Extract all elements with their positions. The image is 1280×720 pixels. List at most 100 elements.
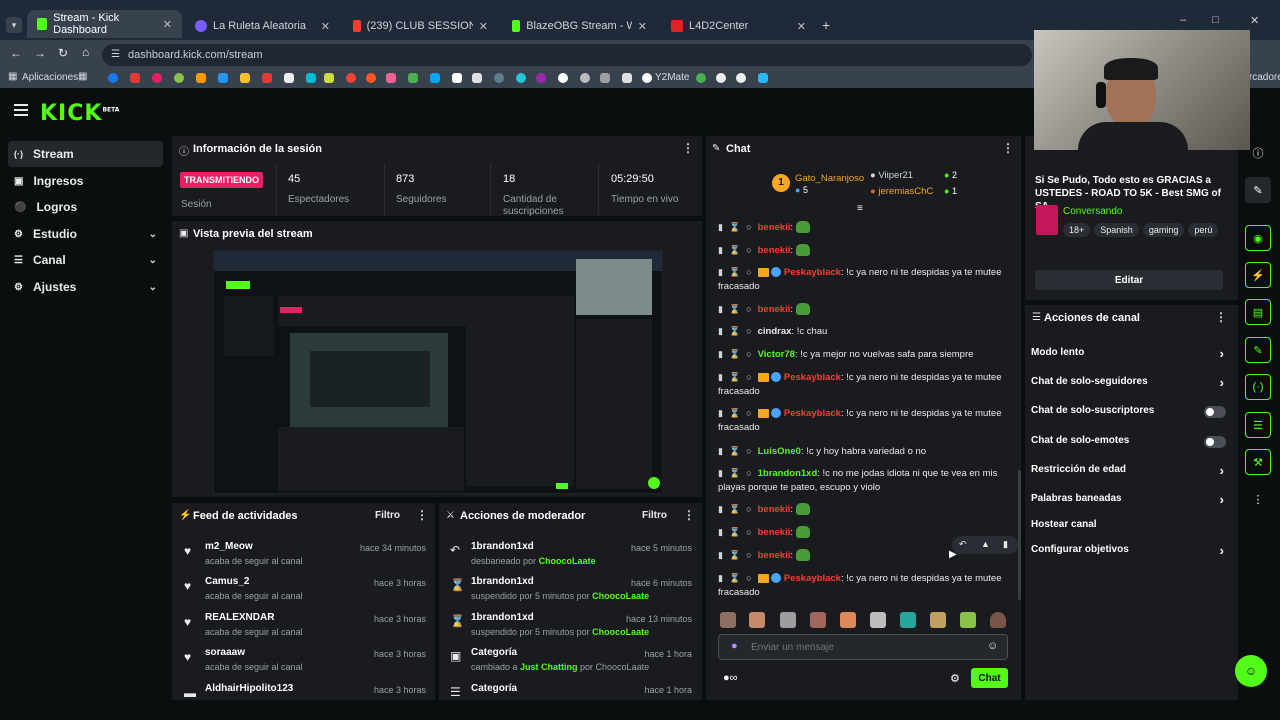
subscribers-only-toggle[interactable] bbox=[1204, 406, 1226, 418]
second-gifter[interactable]: ● Viiper21 bbox=[870, 170, 913, 181]
tab-l4d2center[interactable]: L4D2Center ✕ bbox=[661, 14, 816, 38]
chat-icon[interactable]: ✎ bbox=[1245, 337, 1271, 363]
home-icon[interactable]: ⌂ bbox=[82, 45, 89, 59]
bookmark-orange-icon[interactable] bbox=[196, 73, 206, 83]
bookmark-facebook-icon[interactable] bbox=[108, 73, 118, 83]
tab-blazeobg[interactable]: BlazeOBG Stream - Watch Live ✕ bbox=[502, 14, 657, 38]
mod-tools-icon[interactable]: ▮⌛○ bbox=[718, 408, 758, 418]
bookmark-red-icon[interactable] bbox=[130, 73, 140, 83]
sidebar-item-ajustes[interactable]: ⚙ Ajustes ⌄ bbox=[8, 274, 163, 300]
address-bar[interactable]: ☰ dashboard.kick.com/stream bbox=[102, 44, 1032, 66]
feed-menu-icon[interactable]: ⋮ bbox=[416, 508, 428, 522]
bookmark-globe4-icon[interactable] bbox=[736, 73, 746, 83]
mod-menu-icon[interactable]: ⋮ bbox=[683, 508, 695, 522]
bookmark-g-icon[interactable] bbox=[558, 73, 568, 83]
stream-preview-video[interactable] bbox=[213, 250, 663, 494]
tab-kick-dashboard[interactable]: Stream - Kick Dashboard ✕ bbox=[27, 10, 182, 38]
bookmark-purple-icon[interactable] bbox=[536, 73, 546, 83]
support-chat-icon[interactable]: ☺ bbox=[1235, 655, 1267, 687]
chat-username[interactable]: 1brandon1xd bbox=[758, 468, 818, 479]
sidebar-item-estudio[interactable]: ⚙ Estudio ⌄ bbox=[8, 221, 163, 247]
pin-icon[interactable]: ▲ bbox=[981, 539, 990, 549]
mod-tools-icon[interactable]: ▮⌛○ bbox=[718, 573, 758, 583]
chat-username[interactable]: Peskayblack bbox=[784, 372, 841, 383]
feed-filter-button[interactable]: Filtro bbox=[375, 510, 400, 521]
chat-username[interactable]: cindrax bbox=[758, 326, 792, 337]
action-followers-only[interactable]: Chat de solo-seguidores › bbox=[1031, 375, 1226, 396]
minimize-window-icon[interactable]: – bbox=[1180, 14, 1186, 26]
undo-icon[interactable]: ↶ bbox=[959, 539, 967, 550]
mod-tools-icon[interactable]: ▮⌛○ bbox=[718, 267, 758, 277]
action-host-channel[interactable]: Hostear canal bbox=[1031, 519, 1226, 539]
chat-send-button[interactable]: Chat bbox=[971, 668, 1008, 688]
kick-logo[interactable]: KICKBETA bbox=[40, 101, 119, 126]
emoji-icon[interactable]: ☺ bbox=[987, 640, 998, 652]
chat-username[interactable]: Peskayblack bbox=[784, 573, 841, 584]
channel-actions-menu-icon[interactable]: ⋮ bbox=[1215, 310, 1227, 324]
broadcast-icon[interactable]: (·) bbox=[1245, 374, 1271, 400]
bookmark-y2mate-icon[interactable] bbox=[642, 73, 652, 83]
emote-item[interactable] bbox=[930, 612, 946, 628]
apps-icon[interactable]: ⋮ bbox=[1245, 486, 1271, 512]
tag-item[interactable]: perú bbox=[1188, 223, 1219, 237]
bookmark-play-icon[interactable] bbox=[452, 73, 462, 83]
category-thumbnail[interactable] bbox=[1036, 205, 1058, 235]
chat-username[interactable]: benekii bbox=[758, 527, 791, 538]
mod-tools-icon[interactable]: ▮⌛○ bbox=[718, 527, 758, 537]
close-window-icon[interactable]: ✕ bbox=[1250, 14, 1259, 27]
delete-icon[interactable]: ▮ bbox=[1003, 539, 1008, 550]
bookmark-yellow-icon[interactable] bbox=[240, 73, 250, 83]
tag-item[interactable]: 18+ bbox=[1063, 223, 1091, 237]
mod-tools-icon[interactable]: ▮⌛○ bbox=[718, 349, 758, 359]
microphone-icon[interactable]: ● bbox=[731, 640, 738, 652]
action-age-restriction[interactable]: Restricción de edad › bbox=[1031, 463, 1226, 484]
chat-menu-icon[interactable]: ⋮ bbox=[1002, 141, 1014, 155]
action-set-goals[interactable]: Configurar objetivos › bbox=[1031, 543, 1226, 564]
bookmark-globe3-icon[interactable] bbox=[716, 73, 726, 83]
bookmark-globe-icon[interactable] bbox=[174, 73, 184, 83]
chat-username[interactable]: benekii bbox=[758, 504, 791, 515]
chat-username[interactable]: benekii bbox=[758, 222, 791, 233]
forward-icon[interactable]: → bbox=[34, 46, 46, 60]
bookmark-cyan-icon[interactable] bbox=[306, 73, 316, 83]
chat-username[interactable]: LuisOne0 bbox=[758, 446, 801, 457]
sidebar-item-logros[interactable]: ⚫ Logros bbox=[8, 194, 163, 220]
bookmark-y2mate[interactable]: Y2Mate bbox=[655, 72, 689, 83]
third-gifter[interactable]: ● jeremiasChC bbox=[870, 186, 933, 197]
stack-icon[interactable]: ☰ bbox=[1245, 412, 1271, 438]
chat-input[interactable] bbox=[751, 639, 971, 655]
bookmark-pink2-icon[interactable] bbox=[386, 73, 396, 83]
bolt-icon[interactable]: ⚡ bbox=[1245, 262, 1271, 288]
emote-item[interactable] bbox=[960, 612, 976, 628]
emote-item[interactable] bbox=[780, 612, 796, 628]
mod-tools-icon[interactable]: ▮⌛○ bbox=[718, 372, 758, 382]
edit-stream-button[interactable]: Editar bbox=[1035, 270, 1223, 290]
chat-username[interactable]: Peskayblack bbox=[784, 408, 841, 419]
action-subscribers-only[interactable]: Chat de solo-suscriptores bbox=[1031, 405, 1226, 425]
document-icon[interactable]: ▤ bbox=[1245, 299, 1271, 325]
sidebar-item-stream[interactable]: (·) Stream bbox=[8, 141, 163, 167]
bookmark-red2-icon[interactable] bbox=[262, 73, 272, 83]
emotes-only-toggle[interactable] bbox=[1204, 436, 1226, 448]
tag-item[interactable]: Spanish bbox=[1094, 223, 1139, 237]
close-tab-icon[interactable]: ✕ bbox=[479, 20, 488, 33]
tab-search-button[interactable]: ▾ bbox=[6, 17, 22, 33]
bookmark-globe2-icon[interactable] bbox=[580, 73, 590, 83]
bookmark-grid2-icon[interactable] bbox=[600, 73, 610, 83]
mod-tools-icon[interactable]: ▮⌛○ bbox=[718, 304, 758, 314]
chat-username[interactable]: benekii bbox=[758, 245, 791, 256]
emote-item[interactable] bbox=[870, 612, 886, 628]
bookmark-pink-icon[interactable] bbox=[152, 73, 162, 83]
bookmark-blue-icon[interactable] bbox=[218, 73, 228, 83]
tag-item[interactable]: gaming bbox=[1142, 223, 1185, 237]
tab-ruleta[interactable]: La Ruleta Aleatoria ✕ bbox=[185, 14, 340, 38]
chat-username[interactable]: benekii bbox=[758, 304, 791, 315]
site-info-icon[interactable]: ☰ bbox=[111, 44, 120, 66]
sidebar-item-ingresos[interactable]: ▣ Ingresos bbox=[8, 168, 163, 194]
close-tab-icon[interactable]: ✕ bbox=[797, 20, 806, 33]
bookmark-white-icon[interactable] bbox=[284, 73, 294, 83]
top-gifter-name[interactable]: Gato_Naranjoso bbox=[795, 173, 864, 184]
bookmark-green2-icon[interactable] bbox=[696, 73, 706, 83]
bookmark-cyan3-icon[interactable] bbox=[758, 73, 768, 83]
kick-points-icon[interactable]: ●∞ bbox=[723, 672, 738, 684]
